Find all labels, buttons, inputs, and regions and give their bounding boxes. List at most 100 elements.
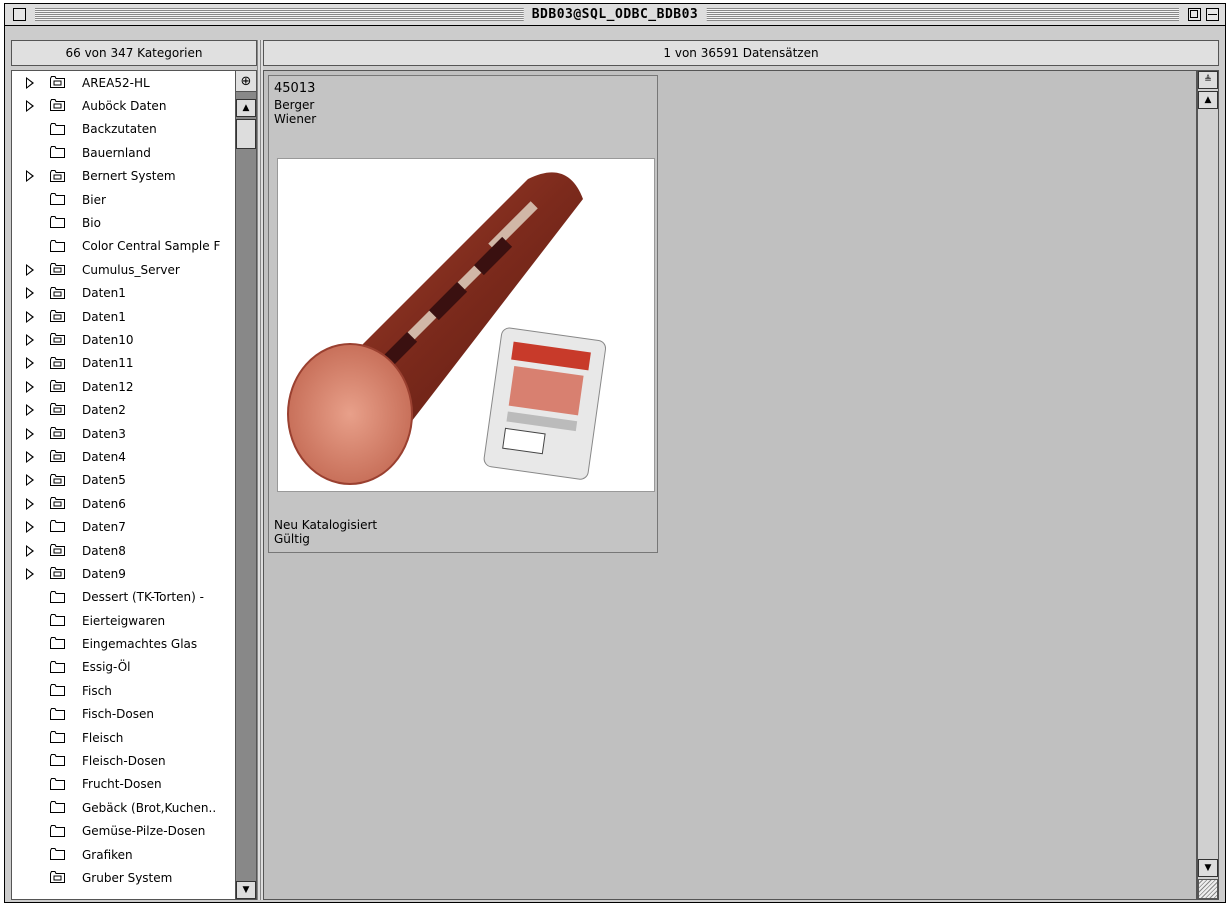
category-item[interactable]: Daten10 (12, 328, 236, 351)
category-item-label: Daten2 (82, 403, 126, 418)
disclosure-triangle-icon[interactable] (26, 357, 34, 370)
category-item-label: Gruber System (82, 870, 173, 885)
category-item[interactable]: Daten1 (12, 282, 236, 305)
disclosure-triangle-icon[interactable] (26, 521, 34, 534)
disclosure-triangle-icon[interactable] (26, 427, 34, 440)
category-item[interactable]: Daten7 (12, 515, 236, 538)
disclosure-triangle-icon[interactable] (26, 567, 34, 580)
record-card[interactable]: 45013 Berger Wiener Neu Katalogisiert Gü… (268, 75, 658, 553)
category-item[interactable]: Daten5 (12, 469, 236, 492)
category-item[interactable]: Daten9 (12, 562, 236, 585)
scroll-up-arrow-icon[interactable]: ▲ (1198, 91, 1218, 109)
category-item[interactable]: Fleisch (12, 726, 236, 749)
records-grid[interactable]: 45013 Berger Wiener Neu Katalogisiert Gü… (263, 70, 1197, 900)
category-item-label: Daten1 (82, 309, 126, 324)
category-item[interactable]: Daten1 (12, 305, 236, 328)
category-item-label: AREA52-HL (82, 75, 150, 90)
collapse-box-icon[interactable] (1206, 8, 1219, 21)
disclosure-triangle-icon[interactable] (26, 76, 34, 89)
disclosure-triangle-icon[interactable] (26, 287, 34, 300)
disclosure-triangle-icon[interactable] (26, 544, 34, 557)
server-folder-icon (50, 871, 65, 884)
category-item[interactable]: Daten3 (12, 422, 236, 445)
folder-icon (50, 801, 65, 814)
folder-icon (50, 730, 65, 743)
disclosure-triangle-icon[interactable] (26, 450, 34, 463)
category-item[interactable]: Fisch-Dosen (12, 703, 236, 726)
scroll-up-arrow-icon[interactable]: ▲ (236, 99, 256, 117)
category-item[interactable]: Frucht-Dosen (12, 773, 236, 796)
close-box-icon[interactable] (13, 8, 26, 21)
disclosure-triangle-icon[interactable] (26, 380, 34, 393)
category-item[interactable]: AREA52-HL (12, 71, 236, 94)
category-item[interactable]: Auböck Daten (12, 94, 236, 117)
disclosure-triangle-icon[interactable] (26, 497, 34, 510)
folder-icon (50, 590, 65, 603)
zoom-box-icon[interactable] (1188, 8, 1201, 21)
category-item-label: Bier (82, 192, 106, 207)
disclosure-triangle-icon[interactable] (26, 263, 34, 276)
category-item-label: Essig-Öl (82, 660, 131, 675)
category-item[interactable]: Daten11 (12, 352, 236, 375)
category-item[interactable]: Backzutaten (12, 118, 236, 141)
category-item-label: Grafiken (82, 847, 133, 862)
category-item[interactable]: Fleisch-Dosen (12, 749, 236, 772)
server-folder-icon (50, 450, 65, 463)
records-scrollbar[interactable]: ≜ ▲ ▼ (1197, 70, 1219, 900)
disclosure-triangle-icon[interactable] (26, 474, 34, 487)
resize-grip-icon[interactable] (1198, 879, 1218, 899)
disclosure-triangle-icon[interactable] (26, 100, 34, 113)
category-item[interactable]: Grafiken (12, 843, 236, 866)
sausage-product-image (287, 172, 607, 485)
server-folder-icon (50, 473, 65, 486)
category-item[interactable]: Gemüse-Pilze-Dosen (12, 820, 236, 843)
locate-crosshair-icon[interactable]: ⊕ (235, 70, 257, 92)
server-folder-icon (50, 356, 65, 369)
category-item-label: Daten7 (82, 520, 126, 535)
folder-icon (50, 707, 65, 720)
category-item-label: Daten5 (82, 473, 126, 488)
disclosure-triangle-icon[interactable] (26, 170, 34, 183)
folder-icon (50, 520, 65, 533)
category-item-label: Daten8 (82, 543, 126, 558)
category-item[interactable]: Eingemachtes Glas (12, 632, 236, 655)
server-folder-icon (50, 333, 65, 346)
category-item[interactable]: Color Central Sample F (12, 235, 236, 258)
category-item[interactable]: Daten6 (12, 492, 236, 515)
record-count-header: 1 von 36591 Datensätzen (263, 40, 1219, 66)
category-item-label: Fleisch-Dosen (82, 754, 166, 769)
category-item[interactable]: Bier (12, 188, 236, 211)
category-item[interactable]: Gruber System (12, 866, 236, 889)
category-item[interactable]: Daten8 (12, 539, 236, 562)
category-item[interactable]: Cumulus_Server (12, 258, 236, 281)
category-item[interactable]: Daten12 (12, 375, 236, 398)
records-pane: 1 von 36591 Datensätzen 45013 Berger Wie… (263, 40, 1219, 900)
category-item[interactable]: Gebäck (Brot,Kuchen.. (12, 796, 236, 819)
category-list[interactable]: AREA52-HL Auböck Daten Backzutaten Bauernla… (11, 70, 237, 900)
category-scrollbar[interactable]: ▲ ▼ (235, 70, 257, 900)
category-item-label: Eingemachtes Glas (82, 637, 198, 652)
disclosure-triangle-icon[interactable] (26, 404, 34, 417)
title-bar[interactable]: BDB03@SQL_ODBC_BDB03 (5, 4, 1225, 26)
category-item[interactable]: Bio (12, 211, 236, 234)
category-item-label: Daten9 (82, 566, 126, 581)
category-item[interactable]: Eierteigwaren (12, 609, 236, 632)
category-item[interactable]: Fisch (12, 679, 236, 702)
record-thumbnail[interactable] (277, 158, 655, 492)
category-item[interactable]: Essig-Öl (12, 656, 236, 679)
category-item-label: Daten12 (82, 379, 134, 394)
category-item-label: Daten4 (82, 449, 126, 464)
disclosure-triangle-icon[interactable] (26, 310, 34, 323)
scroll-down-arrow-icon[interactable]: ▼ (236, 881, 256, 899)
disclosure-triangle-icon[interactable] (26, 333, 34, 346)
scroll-top-icon[interactable]: ≜ (1198, 71, 1218, 89)
category-item[interactable]: Daten4 (12, 445, 236, 468)
scroll-down-arrow-icon[interactable]: ▼ (1198, 859, 1218, 877)
category-item[interactable]: Bernert System (12, 165, 236, 188)
category-item[interactable]: Daten2 (12, 398, 236, 421)
category-item-label: Daten3 (82, 426, 126, 441)
category-item[interactable]: Dessert (TK-Torten) - (12, 586, 236, 609)
category-item-label: Daten6 (82, 496, 126, 511)
category-item[interactable]: Bauernland (12, 141, 236, 164)
scroll-thumb[interactable] (236, 119, 256, 149)
